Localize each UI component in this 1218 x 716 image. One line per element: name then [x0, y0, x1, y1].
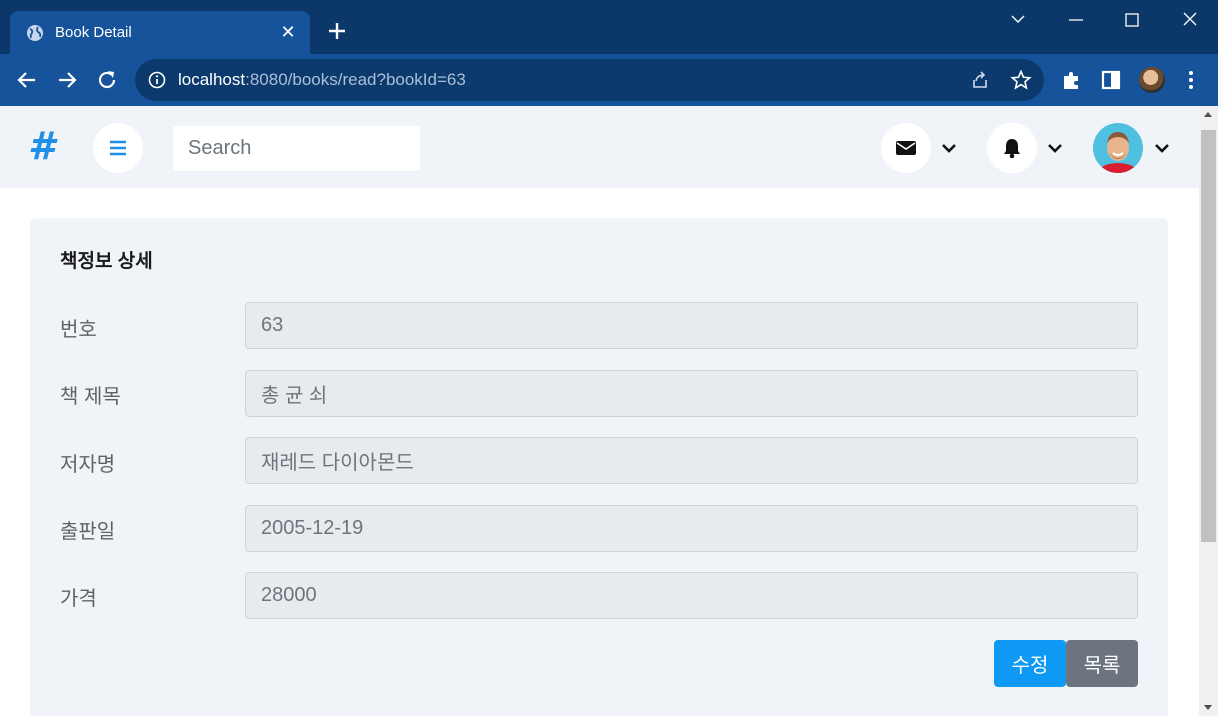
- page-content: # Search 책정보 상세 번호 63 책 제목 총 균 쇠 저자명 재레드…: [0, 106, 1199, 716]
- field-publish-date[interactable]: [245, 505, 1138, 552]
- kebab-icon[interactable]: [1179, 68, 1203, 92]
- envelope-icon: [896, 141, 916, 155]
- share-icon[interactable]: [969, 69, 991, 91]
- url-host: localhost: [178, 70, 246, 89]
- field-price[interactable]: [245, 572, 1138, 619]
- label-price: 가격: [60, 588, 97, 610]
- card-title: 책정보 상세: [60, 251, 153, 272]
- book-detail-card: 책정보 상세 번호 책 제목 저자명 출판일 가격 수정 목록: [30, 218, 1168, 716]
- edit-button[interactable]: 수정: [994, 640, 1066, 687]
- info-icon[interactable]: [147, 70, 167, 90]
- globe-icon: [27, 25, 43, 41]
- user-avatar[interactable]: [1093, 123, 1143, 173]
- label-number: 번호: [60, 319, 97, 341]
- tab-title: Book Detail: [55, 24, 132, 41]
- minimize-icon[interactable]: [1061, 10, 1091, 30]
- reload-icon[interactable]: [95, 68, 119, 92]
- avatar-image: [1093, 123, 1143, 173]
- field-author[interactable]: [245, 437, 1138, 484]
- menu-icon: [110, 140, 126, 156]
- url-text[interactable]: localhost:8080/books/read?bookId=63: [178, 70, 466, 90]
- close-window-icon[interactable]: [1175, 10, 1205, 30]
- menu-button[interactable]: [93, 123, 143, 173]
- chevron-down-icon[interactable]: [940, 139, 958, 157]
- sidepanel-icon[interactable]: [1099, 68, 1123, 92]
- browser-toolbar: localhost:8080/books/read?bookId=63: [0, 54, 1218, 106]
- scrollbar-thumb[interactable]: [1201, 130, 1216, 542]
- page-scrollbar[interactable]: [1199, 106, 1218, 716]
- browser-titlebar: Book Detail ✕: [0, 0, 1218, 54]
- back-icon[interactable]: [15, 68, 39, 92]
- app-navbar: #: [0, 106, 1199, 188]
- label-publish-date: 출판일: [60, 521, 116, 543]
- maximize-icon[interactable]: [1117, 10, 1147, 30]
- field-number[interactable]: [245, 302, 1138, 349]
- chevron-down-icon[interactable]: [1153, 139, 1171, 157]
- tab-close-icon[interactable]: ✕: [278, 21, 298, 43]
- search-input[interactable]: [173, 126, 420, 171]
- scroll-up-arrow-icon[interactable]: [1204, 112, 1212, 117]
- browser-tab[interactable]: Book Detail ✕: [10, 11, 310, 54]
- label-title: 책 제목: [60, 386, 121, 408]
- label-author: 저자명: [60, 454, 116, 476]
- puzzle-icon[interactable]: [1060, 68, 1084, 92]
- forward-icon[interactable]: [55, 68, 79, 92]
- address-bar[interactable]: localhost:8080/books/read?bookId=63: [135, 59, 1044, 101]
- profile-avatar[interactable]: [1139, 67, 1165, 93]
- chevron-down-icon[interactable]: [1046, 139, 1064, 157]
- brand-logo[interactable]: #: [28, 124, 54, 168]
- notifications-button[interactable]: [987, 123, 1037, 173]
- scroll-down-arrow-icon[interactable]: [1204, 705, 1212, 710]
- list-button[interactable]: 목록: [1066, 640, 1138, 687]
- star-icon[interactable]: [1010, 69, 1032, 91]
- plus-icon[interactable]: [325, 19, 349, 43]
- bell-icon: [1004, 139, 1020, 159]
- field-title[interactable]: [245, 370, 1138, 417]
- url-path: :8080/books/read?bookId=63: [245, 70, 466, 89]
- tab-search-chevron-icon[interactable]: [1003, 10, 1033, 30]
- messages-button[interactable]: [881, 123, 931, 173]
